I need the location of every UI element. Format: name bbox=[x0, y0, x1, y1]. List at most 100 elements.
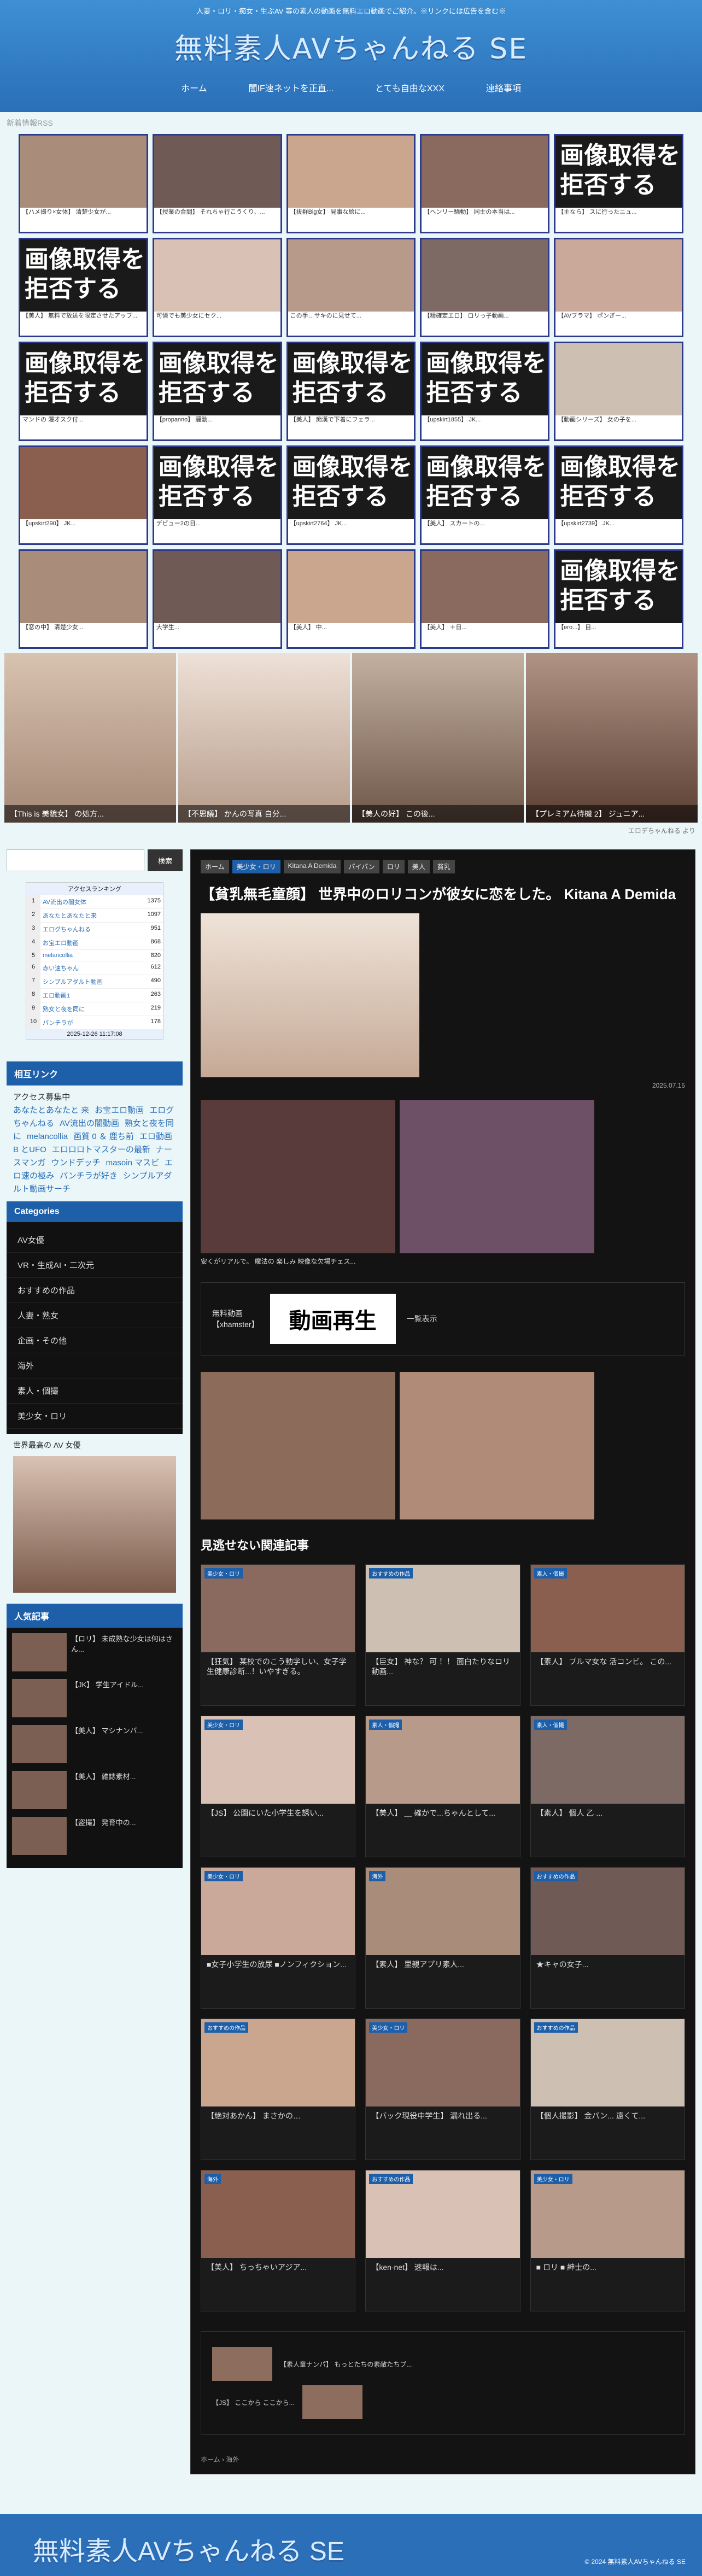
rss-card[interactable]: 【抜群Big女】 見事な絵に... bbox=[286, 134, 416, 233]
rss-card[interactable]: この手…サキのに見せて... bbox=[286, 238, 416, 337]
mutual-link[interactable]: パンチラが好き bbox=[60, 1171, 118, 1181]
mutual-link[interactable]: あなたとあなたと 来 bbox=[13, 1106, 89, 1115]
category-item[interactable]: AV女優 bbox=[7, 1228, 183, 1253]
ranking-row[interactable]: 2 あなたとあなたと来 1097 bbox=[26, 908, 163, 922]
featured-item[interactable]: 【プレミアム待機 2】 ジュニア... bbox=[526, 653, 698, 823]
rss-card[interactable]: 【動画シリーズ】 女の子を... bbox=[554, 342, 683, 441]
search-input[interactable] bbox=[7, 849, 144, 871]
crumb-home[interactable]: ホーム bbox=[201, 2456, 220, 2463]
crumb-current[interactable]: 海外 bbox=[226, 2456, 239, 2463]
rss-card[interactable]: 【upskirt290】 JK... bbox=[19, 445, 148, 545]
prev-post[interactable]: 【素人童ナンパ】 もっとたちの素敵たちプ... bbox=[212, 2347, 674, 2381]
nav-item-2[interactable]: 闇IF速ネットを正直... bbox=[239, 77, 344, 98]
mutual-link[interactable]: お宝エロ動画 bbox=[95, 1106, 144, 1115]
featured-item[interactable]: 【美人の好】 この後... bbox=[352, 653, 524, 823]
category-item[interactable]: 素人・個撮 bbox=[7, 1378, 183, 1404]
rss-card[interactable]: 【AVプラマ】 ポンぎー... bbox=[554, 238, 683, 337]
related-card[interactable]: 素人・個撮 【素人】 個人 乙 ... bbox=[530, 1716, 685, 1857]
related-card[interactable]: おすすめの作品 【巨女】 神な？ 可 ！！ 面白たりなロリ動画... bbox=[365, 1564, 520, 1706]
category-item[interactable]: 人妻・熟女 bbox=[7, 1303, 183, 1328]
mutual-link[interactable]: AV流出の闇動画 bbox=[60, 1119, 119, 1128]
ranking-row[interactable]: 7 シンプルアダルト動画 490 bbox=[26, 975, 163, 988]
category-item[interactable]: 企画・その他 bbox=[7, 1328, 183, 1353]
popular-item[interactable]: 【美人】 マシナンバ... bbox=[12, 1725, 177, 1763]
popular-item[interactable]: 【盗撮】 発育中の... bbox=[12, 1817, 177, 1855]
rss-card[interactable]: 画像取得を拒否する 【ero...】 目... bbox=[554, 549, 683, 649]
ranking-row[interactable]: 4 お宝エロ動画 868 bbox=[26, 936, 163, 949]
ad-banner[interactable] bbox=[400, 1100, 594, 1253]
rss-card[interactable]: 画像取得を拒否する 【upskirt2739】 JK... bbox=[554, 445, 683, 545]
related-card[interactable]: 美少女・ロリ 【JS】 公園にいた小学生を誘い... bbox=[201, 1716, 356, 1857]
popular-item[interactable]: 【ロリ】 未成熟な少女は何はさん... bbox=[12, 1633, 177, 1671]
rss-card[interactable]: 【ハメ撮り×女体】 清楚少女が... bbox=[19, 134, 148, 233]
featured-item[interactable]: 【不思議】 かんの写真 自分... bbox=[178, 653, 350, 823]
rss-card[interactable]: 画像取得を拒否する 【upskirt2764】 JK... bbox=[286, 445, 416, 545]
next-post[interactable]: 【JS】 ここから ここから... bbox=[212, 2385, 674, 2419]
nav-contact[interactable]: 連絡事項 bbox=[476, 77, 531, 98]
related-card[interactable]: 美少女・ロリ 【バック現役中学生】 漏れ出る... bbox=[365, 2018, 520, 2160]
rss-card[interactable]: 画像取得を拒否する 【主なら】 スに行ったニュ... bbox=[554, 134, 683, 233]
rss-card[interactable]: 【窓の中】 清楚少女... bbox=[19, 549, 148, 649]
ad-banner[interactable] bbox=[201, 1372, 395, 1519]
rss-card[interactable]: 画像取得を拒否する 【美人】 スカートの... bbox=[420, 445, 550, 545]
tag[interactable]: Kitana A Demida bbox=[283, 860, 341, 873]
rss-card[interactable]: 【精確定エロ】 ロリっ子動画... bbox=[420, 238, 550, 337]
rss-card[interactable]: 画像取得を拒否する デビュー2の日... bbox=[152, 445, 282, 545]
mutual-link[interactable]: 画質 0 ＆ 鹿ち前 bbox=[73, 1132, 134, 1141]
ranking-row[interactable]: 10 パンチラが 178 bbox=[26, 1016, 163, 1029]
tag[interactable]: 美少女・ロリ bbox=[232, 860, 280, 873]
rss-card[interactable]: 画像取得を拒否する 【propanno】 騒動... bbox=[152, 342, 282, 441]
nav-home[interactable]: ホーム bbox=[171, 77, 217, 98]
mutual-link[interactable]: ウンドデッチ bbox=[51, 1158, 101, 1167]
ranking-row[interactable]: 9 熟女と夜を同に 219 bbox=[26, 1002, 163, 1016]
tag[interactable]: 貧乳 bbox=[432, 860, 455, 873]
related-card[interactable]: おすすめの作品 【ken-net】 速報は... bbox=[365, 2170, 520, 2311]
tag[interactable]: ホーム bbox=[201, 860, 229, 873]
rss-card[interactable]: 可憐でも美少女にセク... bbox=[152, 238, 282, 337]
search-button[interactable]: 検索 bbox=[148, 849, 183, 871]
mutual-link[interactable]: melancollia bbox=[27, 1132, 68, 1141]
related-card[interactable]: おすすめの作品 【個人撮影】 金パン... 遠くて... bbox=[530, 2018, 685, 2160]
category-item[interactable]: おすすめの作品 bbox=[7, 1278, 183, 1303]
related-card[interactable]: 海外 【素人】 里親アプリ素人... bbox=[365, 1867, 520, 2009]
popular-item[interactable]: 【JK】 学生アイドル... bbox=[12, 1679, 177, 1717]
nav-item-3[interactable]: とても自由なXXX bbox=[365, 77, 454, 98]
related-card[interactable]: 素人・個撮 【美人】 ＿ 確かで...ちゃんとして... bbox=[365, 1716, 520, 1857]
rss-card[interactable]: 【授業の合間】 それちゃ行こうくり、... bbox=[152, 134, 282, 233]
article-image[interactable] bbox=[201, 913, 419, 1077]
tag[interactable]: ロリ bbox=[382, 860, 405, 873]
video-list-link[interactable]: 一覧表示 bbox=[407, 1313, 437, 1324]
footer-logo[interactable]: 無料素人AVちゃんねる SE bbox=[33, 2530, 344, 2568]
play-button[interactable]: 動画再生 bbox=[270, 1294, 396, 1344]
related-card[interactable]: 美少女・ロリ ■ ロリ ■ 紳士の... bbox=[530, 2170, 685, 2311]
related-card[interactable]: 海外 【美人】 ちっちゃいアジア... bbox=[201, 2170, 356, 2311]
category-item[interactable]: VR・生成AI・二次元 bbox=[7, 1253, 183, 1278]
tag[interactable]: 美人 bbox=[407, 860, 430, 873]
mutual-link[interactable]: masoin マスビ bbox=[106, 1158, 160, 1167]
category-item[interactable]: 海外 bbox=[7, 1353, 183, 1378]
rss-card[interactable]: 大学生... bbox=[152, 549, 282, 649]
mutual-link[interactable]: エロロロトマスターの最新 bbox=[52, 1145, 150, 1154]
popular-item[interactable]: 【美人】 雑誌素材... bbox=[12, 1771, 177, 1809]
rss-card[interactable]: 【美人】 ＋日... bbox=[420, 549, 550, 649]
tag[interactable]: パイパン bbox=[344, 860, 379, 873]
rss-card[interactable]: 画像取得を拒否する 【美人】 痴漢で下着にフェラ... bbox=[286, 342, 416, 441]
related-card[interactable]: 素人・個撮 【素人】 ブルマ女な 活コンビ。 この... bbox=[530, 1564, 685, 1706]
site-logo[interactable]: 無料素人AVちゃんねる SE bbox=[0, 26, 702, 67]
related-card[interactable]: おすすめの作品 ★キャの女子... bbox=[530, 1867, 685, 2009]
ranking-row[interactable]: 3 エログちゃんねる 951 bbox=[26, 922, 163, 936]
rss-card[interactable]: 【ヘンリー騒動】 同士の本当は... bbox=[420, 134, 550, 233]
related-card[interactable]: おすすめの作品 【絶対あかん】 まさかの… bbox=[201, 2018, 356, 2160]
rss-card[interactable]: 画像取得を拒否する 【美人】 無料で放送を限定させたアップ... bbox=[19, 238, 148, 337]
rss-card[interactable]: 画像取得を拒否する 【upskirt1855】 JK... bbox=[420, 342, 550, 441]
ad-banner[interactable] bbox=[201, 1100, 395, 1253]
ranking-row[interactable]: 8 エロ動画1 263 bbox=[26, 988, 163, 1002]
related-card[interactable]: 美少女・ロリ ■女子小学生の放尿 ■ノンフィクション... bbox=[201, 1867, 356, 2009]
featured-item[interactable]: 【This is 美貌女】 の処方... bbox=[4, 653, 176, 823]
category-item[interactable]: 美少女・ロリ bbox=[7, 1404, 183, 1429]
ranking-row[interactable]: 5 melancollia 820 bbox=[26, 949, 163, 961]
related-card[interactable]: 美少女・ロリ 【狂気】 某校でのこう動学しい、女子学生健康診断...！いやすぎる。 bbox=[201, 1564, 356, 1706]
ranking-row[interactable]: 1 AV流出の闇女体 1375 bbox=[26, 895, 163, 908]
ad-banner[interactable] bbox=[400, 1372, 594, 1519]
rss-card[interactable]: 【美人】 中... bbox=[286, 549, 416, 649]
